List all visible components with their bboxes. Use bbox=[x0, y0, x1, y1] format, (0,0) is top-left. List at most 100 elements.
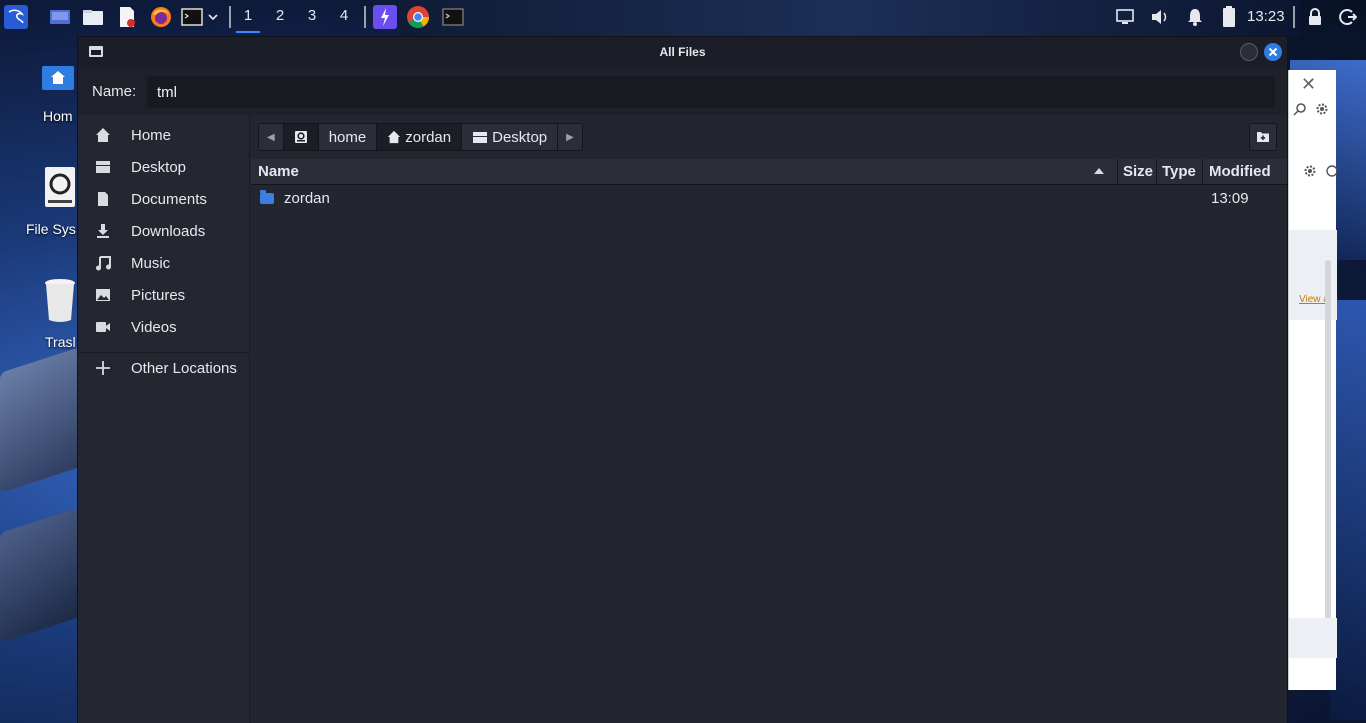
path-segment-label: Desktop bbox=[492, 128, 548, 146]
plus-icon bbox=[94, 359, 112, 377]
column-name[interactable]: Name bbox=[258, 163, 299, 180]
wallpaper-shape bbox=[0, 507, 80, 643]
kali-menu-icon[interactable] bbox=[4, 5, 28, 29]
places-sidebar: Home Desktop Documents Downloads Music P… bbox=[78, 115, 250, 723]
workspace-4[interactable]: 4 bbox=[330, 7, 358, 24]
folder-icon bbox=[260, 190, 274, 204]
breadcrumb: ◀ home zordan Desktop ▶ bbox=[258, 123, 583, 151]
file-browser: ◀ home zordan Desktop ▶ Name Size Type M… bbox=[251, 115, 1287, 723]
new-folder-icon bbox=[1257, 132, 1269, 142]
music-icon bbox=[94, 254, 112, 272]
desktop-icon-label[interactable]: File Sys bbox=[26, 221, 76, 237]
gear-icon[interactable] bbox=[1315, 102, 1329, 116]
sidebar-item-downloads[interactable]: Downloads bbox=[78, 215, 250, 247]
display-icon[interactable] bbox=[1113, 5, 1137, 29]
logout-icon[interactable] bbox=[1336, 5, 1360, 29]
background-window[interactable]: ✕ View a bbox=[1288, 70, 1337, 690]
path-scroll-left-button[interactable]: ◀ bbox=[259, 124, 284, 150]
gear-icon[interactable] bbox=[1303, 164, 1317, 178]
column-size[interactable]: Size bbox=[1123, 163, 1153, 180]
panel-separator bbox=[364, 6, 366, 28]
column-header: Name Size Type Modified bbox=[251, 159, 1287, 185]
desktop-icon[interactable] bbox=[48, 5, 72, 29]
top-panel: 1 2 3 4 13:23 bbox=[0, 0, 1366, 34]
clock[interactable]: 13:23 bbox=[1247, 8, 1285, 25]
file-chooser-dialog: All Files Name: Home Desktop Documents D… bbox=[77, 36, 1288, 723]
create-folder-button[interactable] bbox=[1249, 123, 1277, 151]
table-row[interactable]: zordan 13:09 bbox=[251, 186, 1287, 212]
desktop-icon bbox=[94, 158, 112, 176]
download-icon bbox=[94, 222, 112, 240]
drive-icon[interactable] bbox=[44, 166, 76, 213]
path-segment-desktop[interactable]: Desktop bbox=[462, 124, 559, 150]
dropdown-chevron-icon[interactable] bbox=[204, 5, 222, 29]
path-segment-label: zordan bbox=[405, 128, 452, 146]
video-icon bbox=[94, 318, 112, 336]
wallpaper-shape bbox=[0, 347, 80, 493]
content-block bbox=[1289, 618, 1337, 658]
firefox-icon[interactable] bbox=[149, 5, 173, 29]
path-scroll-right-button[interactable]: ▶ bbox=[558, 124, 582, 150]
workspace-1[interactable]: 1 bbox=[234, 7, 262, 33]
sidebar-item-home[interactable]: Home bbox=[78, 119, 250, 151]
title-bar[interactable]: All Files bbox=[78, 37, 1287, 67]
close-icon[interactable]: ✕ bbox=[1301, 74, 1316, 95]
path-root-button[interactable] bbox=[283, 124, 319, 150]
workspace-3[interactable]: 3 bbox=[298, 7, 326, 24]
desktop-icon-label[interactable]: Hom bbox=[43, 108, 73, 124]
sidebar-item-documents[interactable]: Documents bbox=[78, 183, 250, 215]
chrome-icon[interactable] bbox=[406, 5, 430, 29]
file-name: zordan bbox=[284, 190, 330, 207]
column-separator[interactable] bbox=[1202, 159, 1203, 185]
filename-input[interactable] bbox=[147, 76, 1275, 108]
drive-icon bbox=[294, 131, 307, 143]
home-icon bbox=[388, 130, 401, 144]
lock-icon[interactable] bbox=[1303, 5, 1327, 29]
sidebar-item-music[interactable]: Music bbox=[78, 247, 250, 279]
column-modified[interactable]: Modified bbox=[1209, 163, 1271, 180]
file-modified: 13:09 bbox=[1211, 190, 1249, 207]
search-icon[interactable] bbox=[1293, 102, 1307, 116]
terminal-icon[interactable] bbox=[180, 5, 204, 29]
scrollbar[interactable] bbox=[1325, 260, 1331, 640]
minimize-button[interactable] bbox=[1240, 43, 1258, 61]
sidebar-item-label: Home bbox=[131, 126, 172, 144]
terminal-icon[interactable] bbox=[441, 5, 465, 29]
text-editor-icon[interactable] bbox=[115, 5, 139, 29]
close-icon bbox=[1268, 47, 1278, 57]
notification-bell-icon[interactable] bbox=[1183, 5, 1207, 29]
column-separator[interactable] bbox=[1156, 159, 1157, 185]
sidebar-item-pictures[interactable]: Pictures bbox=[78, 279, 250, 311]
name-label: Name: bbox=[92, 83, 137, 100]
help-icon[interactable] bbox=[1325, 164, 1337, 178]
sidebar-item-videos[interactable]: Videos bbox=[78, 311, 250, 343]
close-button[interactable] bbox=[1264, 43, 1282, 61]
sidebar-item-label: Videos bbox=[131, 318, 177, 336]
path-segment-home[interactable]: home bbox=[319, 124, 378, 150]
desktop-icon-label[interactable]: Trasl bbox=[45, 334, 76, 350]
sidebar-item-label: Documents bbox=[131, 190, 207, 208]
path-segment-label: home bbox=[328, 128, 367, 146]
column-type[interactable]: Type bbox=[1162, 163, 1196, 180]
battery-icon bbox=[1217, 5, 1241, 29]
column-separator[interactable] bbox=[1117, 159, 1118, 185]
burp-icon[interactable] bbox=[373, 5, 397, 29]
volume-icon[interactable] bbox=[1148, 5, 1172, 29]
home-folder-icon[interactable] bbox=[42, 64, 74, 95]
panel-separator bbox=[229, 6, 231, 28]
sort-ascending-icon bbox=[1094, 168, 1104, 174]
trash-icon[interactable] bbox=[44, 278, 76, 327]
workspace-2[interactable]: 2 bbox=[266, 7, 294, 24]
path-segment-zordan[interactable]: zordan bbox=[377, 124, 463, 150]
sidebar-item-desktop[interactable]: Desktop bbox=[78, 151, 250, 183]
document-icon bbox=[94, 190, 112, 208]
file-manager-icon[interactable] bbox=[81, 5, 105, 29]
dialog-title: All Files bbox=[659, 45, 706, 59]
sidebar-item-label: Downloads bbox=[131, 222, 206, 240]
sidebar-item-label: Other Locations bbox=[131, 359, 237, 377]
home-icon bbox=[94, 126, 112, 144]
desktop-icon bbox=[473, 132, 488, 143]
sidebar-item-other-locations[interactable]: Other Locations bbox=[78, 352, 250, 384]
name-row: Name: bbox=[78, 67, 1287, 115]
picture-icon bbox=[94, 286, 112, 304]
